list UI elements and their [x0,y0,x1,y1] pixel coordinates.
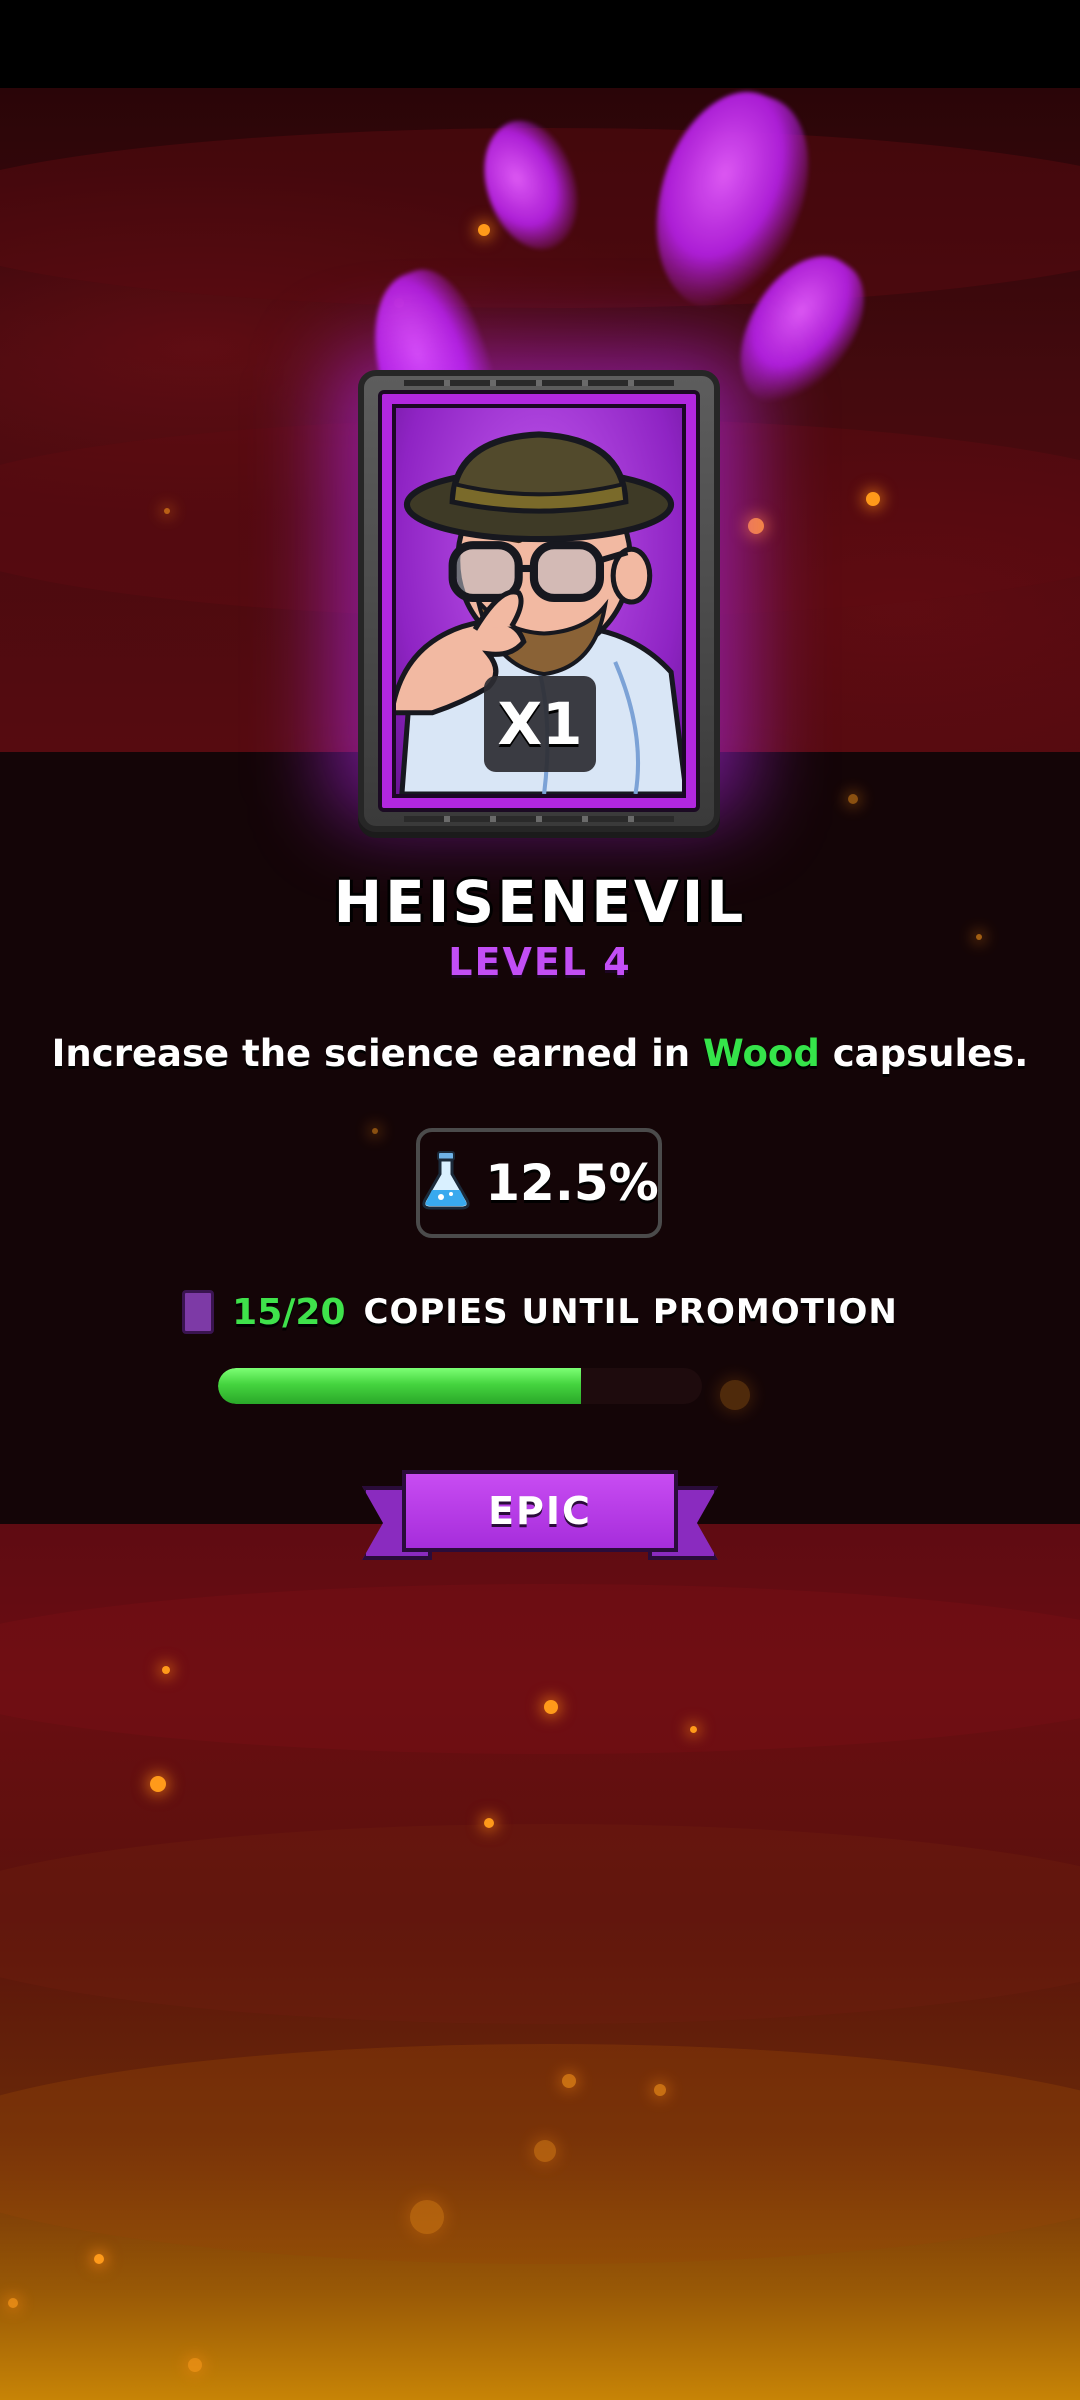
rarity-ribbon: EPIC [362,1466,718,1576]
stat-value: 12.5% [485,1154,659,1212]
ember-particle [562,2074,576,2088]
ember-particle [164,508,170,514]
promotion-progress-fill [218,1368,581,1404]
ember-particle [720,1380,750,1410]
description-prefix: Increase the science earned in [51,1032,704,1075]
copies-count: 15/20 [232,1291,346,1333]
card-level: LEVEL 4 [448,940,632,984]
ember-particle [866,492,880,506]
ember-particle [162,1666,170,1674]
ember-particle [534,2140,556,2162]
card-detail-screen: X1 HEISENEVIL LEVEL 4 Increase the scien… [0,0,1080,2400]
ember-particle [748,518,764,534]
ember-particle [372,1128,378,1134]
promotion-progress-bar [218,1368,702,1404]
description-suffix: capsules. [819,1032,1029,1075]
rarity-label: EPIC [402,1470,678,1552]
card-description: Increase the science earned in Wood caps… [0,1032,1080,1075]
card-name: HEISENEVIL [333,868,747,936]
description-highlight: Wood [703,1032,820,1075]
status-bar-area [0,0,1080,88]
ember-particle [654,2084,666,2096]
copies-label: COPIES UNTIL PROMOTION [363,1292,898,1332]
promotion-row: 15/20 COPIES UNTIL PROMOTION [0,1290,1080,1334]
ember-particle [478,224,490,236]
card-count-badge: X1 [484,676,596,772]
flask-icon [419,1150,473,1216]
ember-particle [94,2254,104,2264]
ember-particle [848,794,858,804]
ember-particle [690,1726,697,1733]
ember-particle [188,2358,202,2372]
ember-particle [544,1700,558,1714]
ember-particle [484,1818,494,1828]
ember-particle [410,2200,444,2234]
ember-particle [150,1776,166,1792]
card-icon [182,1290,215,1334]
science-bonus-stat: 12.5% [416,1128,662,1238]
ember-particle [8,2298,18,2308]
background-lower [0,1524,1080,2400]
